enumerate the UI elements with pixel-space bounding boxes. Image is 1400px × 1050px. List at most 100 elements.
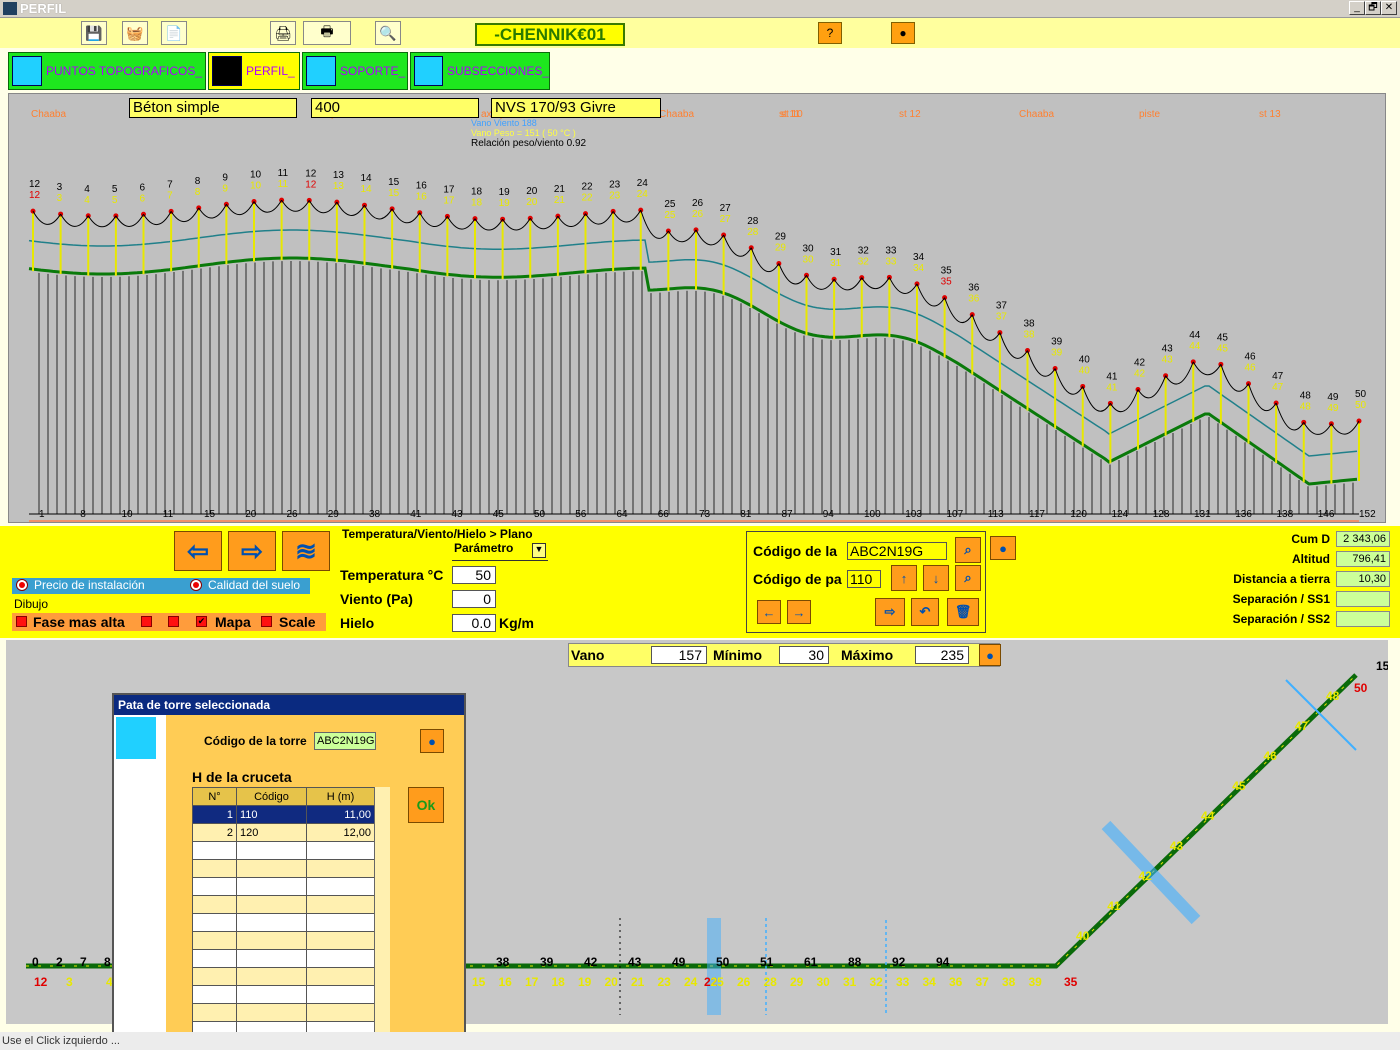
- map-label-yellow: 31: [843, 975, 857, 989]
- tower-number-alt: 26: [692, 209, 704, 220]
- save-icon[interactable]: 💾: [81, 21, 107, 45]
- left-small-icon[interactable]: ←: [757, 600, 781, 624]
- restore-button[interactable]: 🗗: [1365, 1, 1381, 15]
- forward-icon[interactable]: ⇨: [875, 598, 905, 626]
- table-cell: [192, 1003, 237, 1022]
- next-arrow-button[interactable]: ⇨: [228, 531, 276, 571]
- exit-icon[interactable]: ●: [891, 22, 915, 44]
- tower-number: 42: [1134, 358, 1146, 369]
- new-file-icon[interactable]: 📄: [161, 21, 187, 45]
- tab-perfil[interactable]: PERFIL_: [208, 52, 300, 90]
- tower-number: 50: [1355, 389, 1367, 400]
- dialog-close-icon[interactable]: ●: [420, 729, 444, 753]
- tower-number: 38: [1024, 319, 1036, 330]
- checkbox-2[interactable]: [141, 616, 152, 627]
- tower-number: 40: [1079, 354, 1091, 365]
- radio-precio[interactable]: [16, 579, 28, 591]
- station-label: 117: [1029, 509, 1045, 520]
- tower-number: 23: [609, 179, 621, 190]
- tower-number-alt: 34: [913, 263, 925, 274]
- vano-bar: Vano 157 Mínimo 30 Máximo 235 ●: [568, 643, 1001, 667]
- cruceta-table[interactable]: N° Código H (m) 1 110 11,00 2 120 12,00: [192, 787, 390, 1045]
- undo-icon[interactable]: ↶: [911, 598, 939, 626]
- conductor-span: [336, 201, 365, 216]
- table-cell: [236, 841, 307, 860]
- code-panel: Código de la ABC2N19G ⌕ Código de pa 110…: [746, 531, 986, 633]
- soil-type-field[interactable]: Béton simple: [129, 98, 297, 118]
- tower-number-alt: 30: [803, 254, 815, 265]
- table-row[interactable]: [192, 877, 375, 896]
- table-scrollbar[interactable]: [374, 787, 390, 1045]
- refresh-icon[interactable]: ●: [990, 536, 1016, 560]
- printer-setup-icon[interactable]: 🖶: [303, 21, 351, 45]
- table-cell: 11,00: [306, 805, 375, 824]
- leg-code-input[interactable]: 110: [847, 570, 881, 588]
- minimo-input[interactable]: 30: [779, 646, 829, 664]
- maximo-input[interactable]: 235: [915, 646, 969, 664]
- table-row[interactable]: [192, 931, 375, 950]
- tower-number: 5: [112, 184, 118, 195]
- map-label-black: 2: [56, 955, 63, 969]
- table-row[interactable]: 2 120 12,00: [192, 823, 375, 842]
- table-row[interactable]: [192, 859, 375, 878]
- wind-input[interactable]: 0: [452, 590, 496, 608]
- profile-drawing: 1212334455667788991010111112121313141415…: [28, 109, 1376, 522]
- tower-code-value[interactable]: ABC2N19G: [314, 732, 376, 750]
- checkbox-3[interactable]: [168, 616, 179, 627]
- tower-number: 37: [996, 301, 1008, 312]
- table-row[interactable]: [192, 949, 375, 968]
- vano-refresh-icon[interactable]: ●: [979, 644, 1001, 666]
- delete-icon[interactable]: 🗑: [947, 598, 979, 626]
- close-button[interactable]: ✕: [1381, 1, 1397, 15]
- print-icon[interactable]: 🖨: [270, 21, 296, 45]
- conductor-span: [723, 234, 752, 257]
- checkbox-fase[interactable]: [16, 616, 27, 627]
- right-small-icon[interactable]: →: [787, 600, 811, 624]
- search-tower-icon[interactable]: ⌕: [955, 537, 981, 563]
- tab-puntos-topograficos[interactable]: PUNTOS TOPOGRAFICOS_: [8, 52, 206, 90]
- vano-input[interactable]: 157: [651, 646, 707, 664]
- tower-number-alt: 27: [720, 214, 732, 225]
- conductor-span: [861, 277, 890, 290]
- tower-number: 45: [1217, 332, 1229, 343]
- tab-soporte[interactable]: SOPORTE_: [302, 52, 408, 90]
- tower-number: 6: [140, 182, 146, 193]
- station-label: 43: [452, 509, 464, 520]
- checkbox-scale[interactable]: [261, 616, 272, 627]
- checkbox-mapa[interactable]: ✔: [196, 616, 207, 627]
- maximo-label: Máximo: [841, 647, 894, 663]
- tower-number: 25: [664, 199, 676, 210]
- table-row[interactable]: [192, 967, 375, 986]
- table-row[interactable]: 1 110 11,00: [192, 805, 375, 824]
- zoom-icon[interactable]: 🔍: [375, 21, 401, 45]
- table-row[interactable]: [192, 841, 375, 860]
- radio-calidad[interactable]: [190, 579, 202, 591]
- ok-button[interactable]: Ok: [408, 787, 444, 823]
- prev-arrow-button[interactable]: ⇦: [174, 531, 222, 571]
- station-label: 38: [369, 509, 381, 520]
- profile-canvas[interactable]: 12 12 3 3 4 4 5 5 6 6 7 7 8 8 9 9 10 10 11 11 12 12 13 13 14 14 15…: [8, 93, 1386, 523]
- table-row[interactable]: [192, 985, 375, 1004]
- basket-icon[interactable]: 🧺: [122, 21, 148, 45]
- conductor-field[interactable]: NVS 170/93 Givre: [491, 98, 661, 118]
- temperature-input[interactable]: 50: [452, 566, 496, 584]
- info-label: Cum D: [1291, 532, 1330, 546]
- down-arrow-icon[interactable]: ↓: [923, 565, 949, 591]
- parametro-dropdown[interactable]: Parámetro ▼: [452, 541, 548, 561]
- scale-label: Scale: [279, 614, 316, 630]
- table-row[interactable]: [192, 895, 375, 914]
- up-arrow-icon[interactable]: ↑: [891, 565, 917, 591]
- table-cell: 12,00: [306, 823, 375, 842]
- tension-field[interactable]: 400: [311, 98, 479, 118]
- map-label-yellow: 40: [1076, 929, 1090, 943]
- ice-input[interactable]: 0.0: [452, 614, 496, 632]
- search-leg-icon[interactable]: ⌕: [955, 565, 981, 591]
- table-row[interactable]: [192, 913, 375, 932]
- table-row[interactable]: [192, 1003, 375, 1022]
- tab-subsecciones[interactable]: SUBSECCIONES_: [410, 52, 550, 90]
- tower-code-input[interactable]: ABC2N19G: [847, 542, 947, 560]
- tower-number: 27: [720, 203, 732, 214]
- minimize-button[interactable]: _: [1349, 1, 1365, 15]
- wind-icon[interactable]: ≋: [282, 531, 330, 571]
- help-icon[interactable]: ?: [818, 22, 842, 44]
